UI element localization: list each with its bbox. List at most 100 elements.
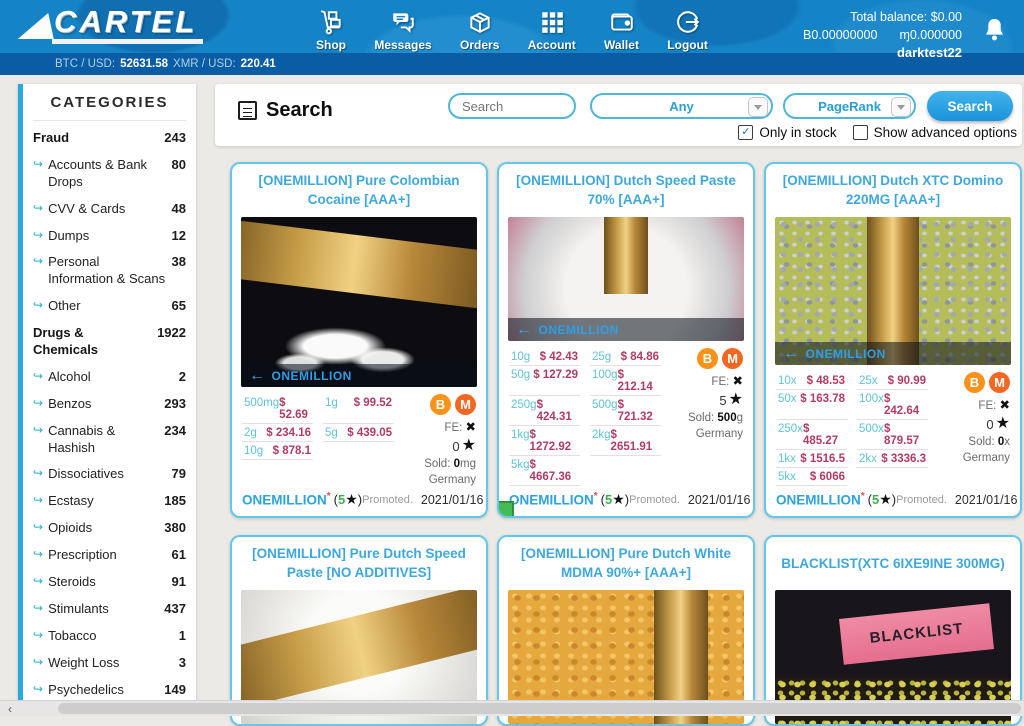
sidebar-item-other[interactable]: ↪Other65 <box>33 293 186 320</box>
nav-item-messages[interactable]: Messages <box>374 9 431 52</box>
sort-select-value: PageRank <box>818 99 881 114</box>
sidebar-item-fraud[interactable]: Fraud243 <box>33 125 186 152</box>
blacklist-banner: BLACKLIST <box>839 604 994 665</box>
logo[interactable]: CARTEL <box>22 6 203 44</box>
product-image[interactable]: ← ONEMILLION <box>508 217 744 341</box>
price-option: 25g$ 84.86 <box>590 348 661 366</box>
sidebar-item-cannabis-hashish[interactable]: ↪Cannabis & Hashish234 <box>33 418 186 462</box>
subcategory-arrow-icon: ↪ <box>33 423 43 439</box>
sidebar-item-dissociatives[interactable]: ↪Dissociatives79 <box>33 461 186 488</box>
sidebar-item-dumps[interactable]: ↪Dumps12 <box>33 223 186 250</box>
vendor-link[interactable]: ONEMILLION* <box>776 491 865 508</box>
rating-value: 0 <box>986 417 993 432</box>
marketplace-page: CARTEL Shop Messages <box>0 0 1024 726</box>
categories-sidebar: CATEGORIES Fraud243↪Accounts & Bank Drop… <box>18 84 196 700</box>
price-section: 500mg$ 52.691g$ 99.522g$ 234.165g$ 439.0… <box>232 387 486 486</box>
chevron-down-icon[interactable] <box>891 97 911 117</box>
price-option: 50x$ 163.78 <box>776 390 847 420</box>
sidebar-item-cvv-cards[interactable]: ↪CVV & Cards48 <box>33 196 186 223</box>
accepted-coins: B M <box>964 372 1010 393</box>
category-count: 234 <box>164 423 186 440</box>
product-title[interactable]: [ONEMILLION] Dutch XTC Domino 220MG [AAA… <box>766 164 1020 214</box>
price-option: 250g$ 424.31 <box>509 396 580 426</box>
logo-text: CARTEL <box>52 6 203 44</box>
sidebar-item-accounts-bank-drops[interactable]: ↪Accounts & Bank Drops80 <box>33 152 186 196</box>
category-label: Opioids <box>48 520 158 537</box>
search-panel: Search Any PageRank Search ✓ Only in sto… <box>215 84 1022 146</box>
nav-item-account[interactable]: Account <box>528 9 576 52</box>
product-title[interactable]: [ONEMILLION] Pure Dutch White MDMA 90%+ … <box>499 537 753 587</box>
sidebar-item-prescription[interactable]: ↪Prescription61 <box>33 542 186 569</box>
product-title[interactable]: BLACKLIST(XTC 6IXE9INE 300MG) <box>766 537 1020 587</box>
price-option: 500g$ 721.32 <box>590 396 661 426</box>
sidebar-item-personal-information-scans[interactable]: ↪Personal Information & Scans38 <box>33 249 186 293</box>
subcategory-arrow-icon: ↪ <box>33 466 43 482</box>
checkbox-unchecked-icon[interactable] <box>853 125 868 140</box>
sidebar-item-tobacco[interactable]: ↪Tobacco1 <box>33 623 186 650</box>
search-options: ✓ Only in stock Show advanced options <box>738 125 1017 140</box>
horizontal-scrollbar[interactable]: ‹ <box>0 700 1024 716</box>
scroll-left-button[interactable]: ‹ <box>3 702 17 715</box>
product-title[interactable]: [ONEMILLION] Pure Colombian Cocaine [AAA… <box>232 164 486 214</box>
sidebar-item-ecstasy[interactable]: ↪Ecstasy185 <box>33 488 186 515</box>
sidebar-item-opioids[interactable]: ↪Opioids380 <box>33 515 186 542</box>
bitcoin-icon: B <box>430 394 451 415</box>
category-label: CVV & Cards <box>48 201 165 218</box>
subcategory-arrow-icon: ↪ <box>33 628 43 644</box>
notifications-bell[interactable] <box>981 16 1008 48</box>
vendor-rating: (5★) <box>868 491 896 508</box>
sidebar-item-alcohol[interactable]: ↪Alcohol2 <box>33 364 186 391</box>
ship-from-country: Germany <box>963 452 1010 464</box>
vendor-link[interactable]: ONEMILLION* <box>509 491 598 508</box>
grid-icon <box>539 9 565 35</box>
price-option: 5g$ 439.05 <box>323 424 394 442</box>
product-grid: [ONEMILLION] Pure Colombian Cocaine [AAA… <box>230 162 1022 726</box>
category-count: 91 <box>172 574 186 591</box>
category-count: 1 <box>179 628 186 645</box>
category-count: 48 <box>172 201 186 218</box>
checkbox-checked-icon[interactable]: ✓ <box>738 125 753 140</box>
category-label: Accounts & Bank Drops <box>48 157 165 191</box>
product-image[interactable]: ← ONEMILLION <box>241 217 477 387</box>
scrollbar-thumb[interactable] <box>58 703 1021 714</box>
nav-item-shop[interactable]: Shop <box>316 9 346 52</box>
product-rating: 0 ★ <box>452 438 476 454</box>
search-button[interactable]: Search <box>927 91 1013 121</box>
search-title: Search <box>266 99 333 122</box>
nav-item-logout[interactable]: Logout <box>667 9 708 52</box>
card-footer: ONEMILLION* (5★) Promoted. 2021/01/16 <box>232 486 486 516</box>
bitcoin-icon: B <box>697 348 718 369</box>
btc-usd-label: BTC / USD: <box>55 58 115 70</box>
advanced-options-label: Show advanced options <box>874 125 1017 140</box>
price-option: 100g$ 212.14 <box>590 366 661 396</box>
price-option: 500x$ 879.57 <box>857 420 928 450</box>
subcategory-arrow-icon: ↪ <box>33 655 43 671</box>
category-select[interactable]: Any <box>590 93 773 119</box>
sidebar-item-steroids[interactable]: ↪Steroids91 <box>33 569 186 596</box>
only-in-stock-label: Only in stock <box>759 125 836 140</box>
sidebar-item-psychedelics[interactable]: ↪Psychedelics149 <box>33 677 186 700</box>
sidebar-item-weight-loss[interactable]: ↪Weight Loss3 <box>33 650 186 677</box>
chevron-down-icon[interactable] <box>748 97 768 117</box>
subcategory-arrow-icon: ↪ <box>33 493 43 509</box>
advanced-options-checkbox[interactable]: Show advanced options <box>853 125 1017 140</box>
sidebar-item-benzos[interactable]: ↪Benzos293 <box>33 391 186 418</box>
nav-item-orders[interactable]: Orders <box>460 9 499 52</box>
nav-item-wallet[interactable]: Wallet <box>604 9 639 52</box>
category-count: 3 <box>179 655 186 672</box>
username[interactable]: darktest22 <box>803 44 962 63</box>
product-title[interactable]: [ONEMILLION] Pure Dutch Speed Paste [NO … <box>232 537 486 587</box>
category-label: Psychedelics <box>48 682 158 699</box>
accepted-coins: B M <box>430 394 476 415</box>
price-option: 500mg$ 52.69 <box>242 394 313 424</box>
sidebar-item-drugs-chemicals[interactable]: Drugs & Chemicals1922 <box>33 320 186 364</box>
sidebar-item-stimulants[interactable]: ↪Stimulants437 <box>33 596 186 623</box>
only-in-stock-checkbox[interactable]: ✓ Only in stock <box>738 125 836 140</box>
search-input[interactable] <box>448 93 576 119</box>
fe-cross-icon: ✖ <box>733 374 743 388</box>
vendor-link[interactable]: ONEMILLION* <box>242 491 331 508</box>
vendor-overlay: ← ONEMILLION <box>508 318 744 341</box>
product-title[interactable]: [ONEMILLION] Dutch Speed Paste 70% [AAA+… <box>499 164 753 214</box>
sort-select[interactable]: PageRank <box>783 93 916 119</box>
product-image[interactable]: ← ONEMILLION <box>775 217 1011 365</box>
